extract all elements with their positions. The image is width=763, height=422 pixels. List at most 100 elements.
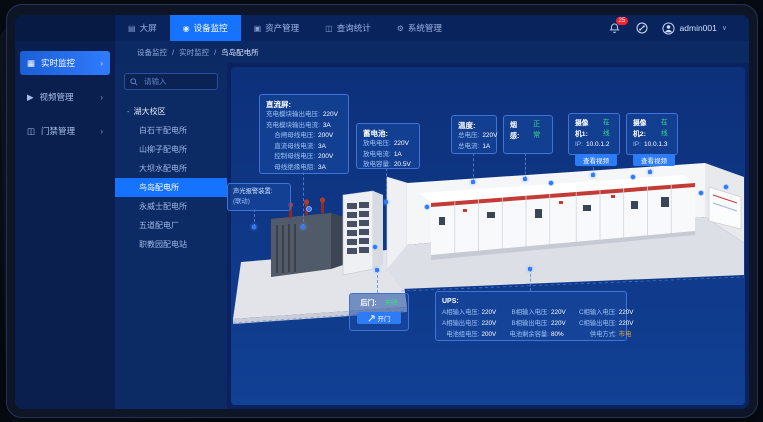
connector-line (303, 172, 304, 227)
chevron-right-icon: › (100, 93, 103, 102)
field-label: B相输入电压: (509, 307, 549, 318)
sidebar-item-realtime-monitor[interactable]: ▦ 实时监控 › (20, 51, 110, 75)
main-content: 直流屏: 充电模块输出电压:220V 充电模块输出电流:3A 合闸母线电压:20… (231, 67, 745, 405)
connector-line (473, 153, 474, 182)
smoke-status: 正常 (533, 120, 546, 142)
battery-panel: 蓄电池: 放电电压:220V 放电电流:1A 放电容量:20.5V (356, 123, 420, 169)
smoke-detector-panel: 烟感: 正常 (503, 115, 553, 154)
connector-dot (523, 177, 527, 181)
field-label: 放电容量: (363, 160, 391, 171)
connector-line (530, 269, 531, 291)
tab-label: 大屏 (140, 22, 157, 34)
camera2-title: 摄像机2: (633, 118, 653, 140)
view-video-button-2[interactable]: 查看视频 (633, 154, 675, 166)
connector-dot (648, 170, 652, 174)
tree-item-station-selected[interactable]: 鸟岛配电所 (115, 178, 227, 197)
username-text: admin001 (680, 23, 717, 33)
camera1-panel: 摄像机1: 在线 IP:10.0.1.2 查看视频 (568, 113, 620, 155)
sidebar-item-label: 实时监控 (41, 57, 75, 69)
field-label: 直流母线电流: (266, 142, 315, 153)
tree-item-station[interactable]: 职教园配电站 (115, 235, 227, 254)
field-value: 1A (482, 142, 500, 153)
search-input[interactable] (142, 76, 212, 87)
alarm-label-line1: 声光报警装置: (233, 187, 285, 197)
open-door-button[interactable]: 开门 (357, 312, 401, 324)
field-value: 220V (481, 318, 501, 329)
tab-label: 设备监控 (194, 22, 228, 34)
breadcrumb-current: 鸟岛配电所 (221, 47, 259, 58)
tree-item-station[interactable]: 五道配电厂 (115, 216, 227, 235)
user-menu[interactable]: admin001 ∨ (662, 22, 727, 35)
field-label: A相输出电压: (442, 318, 479, 329)
ip-value: 10.0.1.3 (644, 140, 668, 151)
field-value: 80% (551, 329, 571, 340)
connector-dot (375, 268, 379, 272)
temperature-panel-title: 温度: (458, 120, 490, 131)
dashboard-icon: ▤ (128, 24, 136, 33)
field-label: 放电电压: (363, 139, 391, 150)
tree-item-station[interactable]: 永威士配电所 (115, 197, 227, 216)
chevron-down-icon: ∨ (722, 24, 727, 32)
breadcrumb-item[interactable]: 实时监控 (179, 47, 209, 58)
tab-dashboard[interactable]: ▤ 大屏 (115, 15, 170, 41)
gear-icon: ⚙ (397, 24, 404, 33)
tab-asset-management[interactable]: ▣ 资产管理 (241, 15, 313, 41)
fullscreen-button[interactable] (635, 21, 649, 35)
breadcrumb-separator: / (214, 48, 216, 57)
field-label: 供电方式: (579, 329, 617, 340)
nav-tabs: ▤ 大屏 ◉ 设备监控 ▣ 资产管理 ◫ 查询统计 (115, 15, 455, 41)
connector-dot (301, 225, 305, 229)
field-value: 220V (619, 307, 639, 318)
field-value: 220V (619, 318, 639, 329)
chevron-right-icon: › (100, 127, 103, 136)
breadcrumb-separator: / (172, 48, 174, 57)
notification-bell-button[interactable]: 25 (608, 21, 622, 35)
search-icon (130, 78, 138, 86)
sound-light-alarm-panel: 声光报警装置: (联动) (227, 183, 291, 211)
tree-root-campus[interactable]: -湖大校区 (127, 106, 227, 117)
battery-panel-title: 蓄电池: (363, 128, 413, 139)
camera1-title: 摄像机1: (575, 118, 595, 140)
top-nav-bar: ▤ 大屏 ◉ 设备监控 ▣ 资产管理 ◫ 查询统计 (15, 15, 749, 41)
field-value: 200V (318, 131, 342, 142)
sidebar-item-label: 视频管理 (40, 91, 74, 103)
camera2-status: 在线 (661, 118, 671, 140)
field-value: 220V (481, 307, 501, 318)
field-value: 3A (318, 163, 342, 174)
tree-item-station[interactable]: 大坝水配电所 (115, 159, 227, 178)
sidebar-item-video-management[interactable]: ▶ 视频管理 › (20, 85, 110, 109)
tab-system-management[interactable]: ⚙ 系统管理 (384, 15, 455, 41)
connector-dot (252, 225, 256, 229)
tab-label: 查询统计 (337, 22, 371, 34)
monitor-grid-icon: ▦ (27, 58, 35, 69)
field-value: 220V (482, 131, 500, 142)
battery-cabinet (343, 191, 383, 275)
field-label: 合闸母线电压: (266, 131, 315, 142)
chevron-right-icon: › (100, 59, 103, 68)
mockup-stage: ▤ 大屏 ◉ 设备监控 ▣ 资产管理 ◫ 查询统计 (0, 0, 763, 422)
field-value: 220V (394, 139, 418, 150)
view-video-button-1[interactable]: 查看视频 (575, 154, 617, 166)
tree-item-station[interactable]: 山柳子配电所 (115, 140, 227, 159)
tab-device-monitor[interactable]: ◉ 设备监控 (170, 15, 241, 41)
smoke-panel-title: 烟感: (510, 120, 525, 142)
avatar-icon (662, 22, 675, 35)
logo-block (15, 15, 115, 41)
field-value: 市电 (619, 329, 639, 340)
sidebar: ▦ 实时监控 › ▶ 视频管理 › ◫ 门禁管理 › (15, 41, 115, 409)
topbar-actions: 25 admin001 (608, 15, 749, 41)
tree-item-station[interactable]: 白石干配电所 (115, 121, 227, 140)
tab-query-statistics[interactable]: ◫ 查询统计 (312, 15, 384, 41)
statistics-icon: ◫ (325, 24, 333, 33)
field-label: 放电电流: (363, 150, 391, 161)
tree-search[interactable] (124, 73, 218, 90)
sidebar-item-label: 门禁管理 (41, 125, 75, 137)
field-value: 3A (318, 142, 342, 153)
field-label: 控制母线电压: (266, 152, 315, 163)
field-label: B相输出电压: (509, 318, 549, 329)
tree-root-label: 湖大校区 (134, 107, 166, 116)
breadcrumb-item[interactable]: 设备监控 (137, 47, 167, 58)
sidebar-item-access-control[interactable]: ◫ 门禁管理 › (20, 119, 110, 143)
breadcrumb: 设备监控 / 实时监控 / 鸟岛配电所 (115, 41, 749, 63)
connector-dot (384, 200, 388, 204)
